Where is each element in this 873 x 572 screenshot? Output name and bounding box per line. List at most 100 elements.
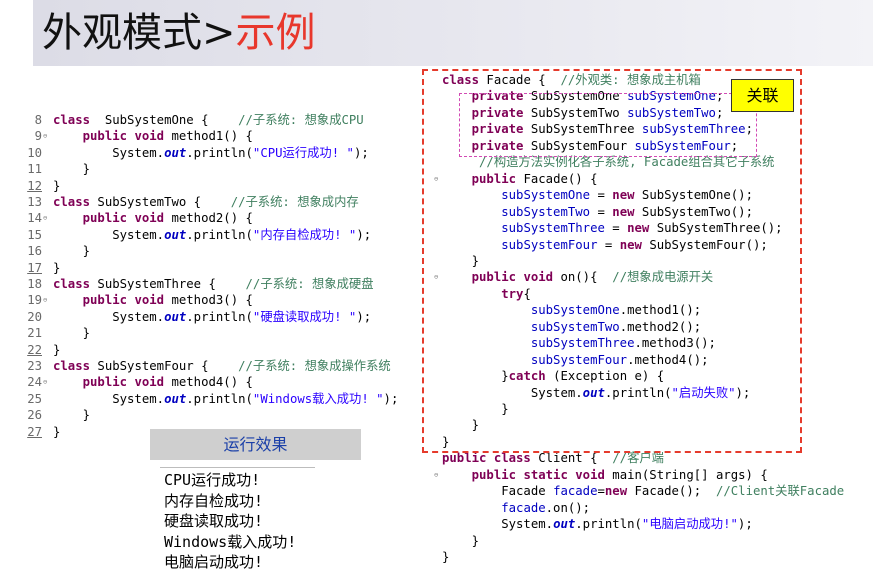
code-line: class SubSystemTwo { //子系统: 想象成内存: [53, 194, 359, 210]
code-token: main(String[] args) {: [604, 467, 768, 482]
line-number: 26: [27, 408, 42, 423]
line-number: 20: [27, 309, 42, 324]
result-line: 电脑启动成功!: [164, 553, 264, 572]
code-token: =: [597, 484, 605, 499]
code-token: "Windows载入成功! ": [252, 391, 384, 406]
code-line: class SubSystemOne { //子系统: 想象成CPU: [53, 112, 364, 128]
code-line: System.out.println("硬盘读取成功! ");: [53, 309, 371, 325]
code-line: }: [53, 260, 60, 276]
fold-toggle-icon[interactable]: ⊖: [43, 132, 47, 140]
code-token: "硬盘读取成功! ": [252, 309, 357, 324]
code-line: }: [53, 407, 90, 423]
code-token: }: [442, 550, 450, 565]
line-number: 9: [34, 129, 42, 144]
code-token: class: [53, 195, 91, 209]
line-number: 19: [27, 293, 42, 308]
code-token: "内存自检成功! ": [252, 227, 357, 242]
line-number: 23: [27, 359, 42, 373]
code-token: .println(: [186, 145, 253, 160]
code-token: out: [164, 391, 187, 406]
code-token: public void: [82, 211, 165, 226]
code-token: .println(: [186, 391, 253, 406]
code-token: System.: [53, 391, 165, 406]
line-number: 11: [27, 162, 42, 177]
code-line: facade.on();: [442, 500, 590, 516]
result-title: 运行效果: [150, 429, 361, 460]
fold-toggle-icon[interactable]: ⊖: [43, 214, 47, 222]
code-token: public class: [442, 451, 531, 466]
code-token: .println(: [186, 309, 253, 324]
code-line: System.out.println("内存自检成功! ");: [53, 227, 371, 243]
line-number: 25: [27, 391, 42, 406]
code-token: method2() {: [164, 211, 253, 226]
code-line: public static void main(String[] args) {: [442, 467, 768, 483]
code-token: new: [604, 484, 628, 499]
code-token: );: [737, 517, 753, 532]
code-token: class: [53, 359, 91, 373]
code-token: .on();: [545, 500, 591, 515]
code-line: public void method4() {: [53, 374, 253, 390]
result-line: CPU运行成功!: [164, 471, 261, 489]
code-token: System.: [53, 227, 165, 242]
code-token: "CPU运行成功! ": [252, 145, 354, 160]
code-token: //子系统: 想象成硬盘: [245, 277, 374, 291]
association-label: 关联: [731, 79, 794, 112]
code-token: out: [553, 517, 576, 532]
line-number: 18: [27, 277, 42, 291]
code-token: "电脑启动成功!": [641, 517, 738, 532]
line-number: 8: [34, 113, 42, 127]
code-token: //子系统: 想象成操作系统: [238, 359, 391, 373]
code-token: //Client关联Facade: [715, 484, 845, 499]
code-line: }: [53, 325, 90, 341]
code-token: }: [53, 424, 61, 439]
fold-toggle-icon[interactable]: ⊖: [434, 471, 438, 479]
code-line: Facade facade=new Facade(); //Client关联Fa…: [442, 483, 844, 499]
code-line: }: [53, 178, 60, 194]
code-token: facade: [501, 500, 546, 515]
code-line: System.out.println("Windows载入成功! ");: [53, 391, 398, 407]
line-number: 14: [27, 211, 42, 226]
code-token: SubSystemTwo {: [90, 195, 231, 209]
code-token: SubSystemOne {: [90, 113, 239, 127]
line-number: 21: [27, 326, 42, 341]
code-token: out: [164, 227, 187, 242]
code-line: }: [53, 161, 90, 177]
fold-toggle-icon[interactable]: ⊖: [43, 296, 47, 304]
fold-toggle-icon[interactable]: ⊖: [43, 378, 47, 386]
code-line: public void method3() {: [53, 292, 253, 308]
code-line: class SubSystemThree { //子系统: 想象成硬盘: [53, 276, 374, 292]
code-token: public void: [82, 375, 165, 390]
line-number: 16: [27, 244, 42, 259]
line-number: 27: [27, 424, 42, 439]
result-line: 内存自检成功!: [164, 491, 264, 510]
code-token: System.: [442, 517, 554, 532]
code-token: SubSystemThree {: [90, 277, 246, 291]
line-number: 12: [27, 178, 42, 193]
code-line: }: [442, 533, 479, 549]
result-line: Windows载入成功!: [164, 532, 297, 551]
code-token: }: [442, 533, 480, 548]
line-number: 24: [27, 375, 42, 390]
code-token: facade: [553, 484, 598, 499]
code-token: method3() {: [164, 293, 253, 308]
code-token: SubSystemFour {: [90, 359, 239, 373]
code-token: );: [353, 145, 369, 160]
code-token: //子系统: 想象成CPU: [238, 113, 364, 127]
line-number: 15: [27, 227, 42, 242]
code-line: System.out.println("电脑启动成功!");: [442, 516, 753, 532]
line-number: 22: [27, 342, 42, 357]
code-token: }: [53, 342, 61, 357]
code-token: );: [356, 309, 372, 324]
code-line: }: [53, 342, 60, 358]
code-line: }: [53, 424, 60, 440]
code-line: class SubSystemFour { //子系统: 想象成操作系统: [53, 358, 391, 374]
code-token: Facade: [442, 484, 554, 499]
code-token: //客户端: [612, 451, 664, 466]
code-token: public void: [82, 129, 165, 144]
